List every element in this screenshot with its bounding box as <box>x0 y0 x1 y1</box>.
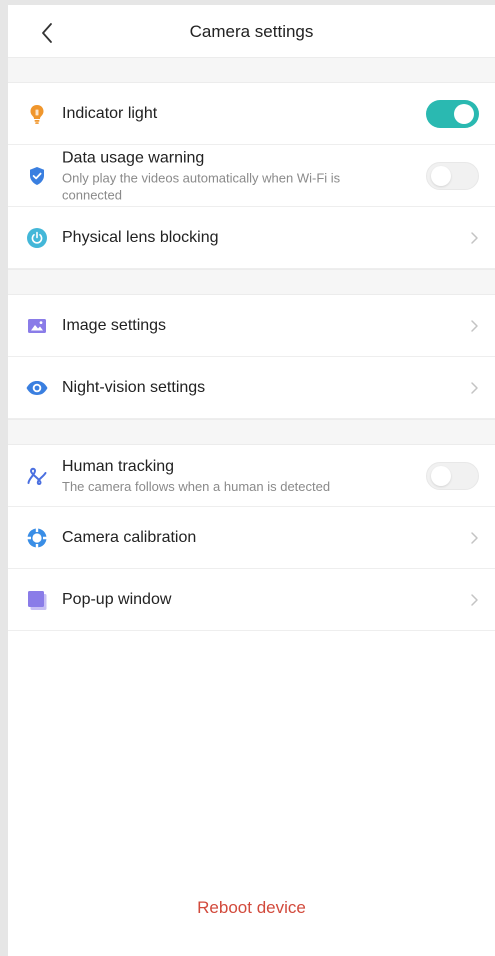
human-tracking-title: Human tracking <box>62 457 175 475</box>
section-divider <box>8 269 495 295</box>
image-settings-label: Image settings <box>62 316 167 334</box>
chevron-right-icon <box>471 531 478 544</box>
shield-check-icon <box>30 166 44 185</box>
chevron-right-icon <box>471 319 478 332</box>
tracking-path-icon <box>27 467 47 485</box>
reboot-device-button[interactable]: Reboot device <box>8 898 495 918</box>
page-title: Camera settings <box>189 22 314 41</box>
settings-list: Indicator light Data usage warning Only … <box>8 57 495 631</box>
chevron-right-icon <box>471 593 478 606</box>
image-icon <box>28 318 46 333</box>
lens-blocking-label: Physical lens blocking <box>62 228 219 246</box>
camera-settings-screen: Camera settings Indicator light Data usa… <box>8 5 495 956</box>
toggle-knob <box>454 103 474 124</box>
camera-calibration-row[interactable]: Camera calibration <box>8 507 495 569</box>
popup-window-row[interactable]: Pop-up window <box>8 569 495 631</box>
data-usage-toggle[interactable] <box>426 161 479 190</box>
indicator-light-row: Indicator light <box>8 83 495 145</box>
human-tracking-text: Human tracking The camera follows when a… <box>62 457 392 495</box>
chevron-right-icon <box>471 381 478 394</box>
data-usage-subtitle: Only play the videos automatically when … <box>62 170 341 202</box>
night-vision-label: Night-vision settings <box>62 378 206 396</box>
human-tracking-toggle[interactable] <box>426 461 479 490</box>
data-usage-warning-row: Data usage warning Only play the videos … <box>8 145 495 207</box>
section-divider <box>8 57 495 83</box>
window-icon <box>28 590 47 610</box>
camera-calibration-label: Camera calibration <box>62 528 197 546</box>
image-settings-row[interactable]: Image settings <box>8 295 495 357</box>
header-bar: Camera settings <box>8 5 495 57</box>
indicator-light-toggle[interactable] <box>426 99 479 128</box>
eye-icon <box>26 380 48 395</box>
human-tracking-subtitle: The camera follows when a human is detec… <box>62 478 331 494</box>
data-usage-text: Data usage warning Only play the videos … <box>62 148 392 203</box>
toggle-knob <box>431 465 451 486</box>
night-vision-row[interactable]: Night-vision settings <box>8 357 495 419</box>
popup-window-label: Pop-up window <box>62 590 172 608</box>
human-tracking-row: Human tracking The camera follows when a… <box>8 445 495 507</box>
data-usage-title: Data usage warning <box>62 149 205 166</box>
indicator-light-label: Indicator light <box>62 104 158 122</box>
lens-blocking-row[interactable]: Physical lens blocking <box>8 207 495 269</box>
section-divider <box>8 419 495 445</box>
chevron-right-icon <box>471 231 478 244</box>
calibration-icon <box>26 527 48 548</box>
lightbulb-icon <box>30 104 44 124</box>
toggle-knob <box>431 165 451 186</box>
power-circle-icon <box>27 227 47 248</box>
